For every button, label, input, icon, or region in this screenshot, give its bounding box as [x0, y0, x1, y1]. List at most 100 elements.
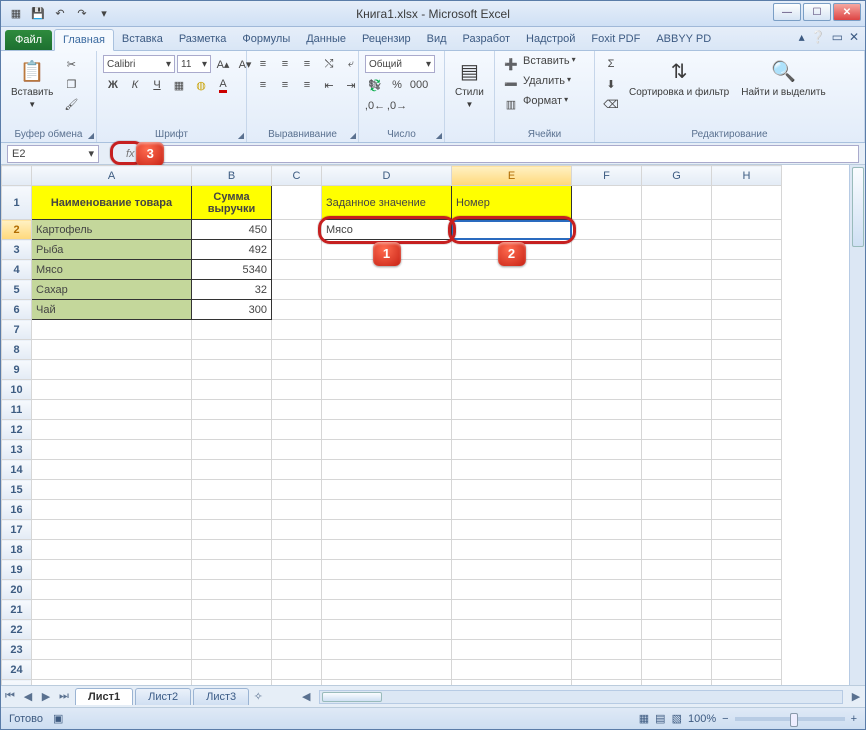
cell-F24[interactable]: [572, 660, 642, 680]
row-header-19[interactable]: 19: [2, 560, 32, 580]
font-size-select[interactable]: 11▾: [177, 55, 211, 73]
cell-E10[interactable]: [452, 380, 572, 400]
cell-C15[interactable]: [272, 480, 322, 500]
cell-H9[interactable]: [712, 360, 782, 380]
cell-E15[interactable]: [452, 480, 572, 500]
cell-F5[interactable]: [572, 280, 642, 300]
cell-H13[interactable]: [712, 440, 782, 460]
cell-G23[interactable]: [642, 640, 712, 660]
indent-inc-button[interactable]: ⇥: [341, 76, 361, 94]
cell-H6[interactable]: [712, 300, 782, 320]
paste-button[interactable]: 📋 Вставить ▼: [7, 55, 57, 111]
cell-D7[interactable]: [322, 320, 452, 340]
cell-F20[interactable]: [572, 580, 642, 600]
cell-D14[interactable]: [322, 460, 452, 480]
cell-B1[interactable]: Сумма выручки: [192, 186, 272, 220]
cell-F3[interactable]: [572, 240, 642, 260]
find-select-button[interactable]: 🔍 Найти и выделить: [737, 55, 829, 100]
cell-H11[interactable]: [712, 400, 782, 420]
cell-B18[interactable]: [192, 540, 272, 560]
inc-decimals-button[interactable]: ,0←: [365, 97, 385, 115]
cell-H25[interactable]: [712, 680, 782, 686]
select-all-corner[interactable]: [2, 166, 32, 186]
cell-F12[interactable]: [572, 420, 642, 440]
tab-вид[interactable]: Вид: [419, 29, 455, 50]
hscroll-left-button[interactable]: ◀: [297, 688, 315, 706]
cell-G10[interactable]: [642, 380, 712, 400]
clear-button[interactable]: ⌫: [601, 95, 621, 113]
cell-A18[interactable]: [32, 540, 192, 560]
styles-button[interactable]: ▤ Стили ▼: [451, 55, 488, 111]
cell-A23[interactable]: [32, 640, 192, 660]
grow-font-button[interactable]: A▴: [213, 55, 233, 73]
cell-D6[interactable]: [322, 300, 452, 320]
cell-D16[interactable]: [322, 500, 452, 520]
bold-button[interactable]: Ж: [103, 76, 123, 94]
cell-B24[interactable]: [192, 660, 272, 680]
cell-H16[interactable]: [712, 500, 782, 520]
cell-A9[interactable]: [32, 360, 192, 380]
cell-G22[interactable]: [642, 620, 712, 640]
cell-D1[interactable]: Заданное значение: [322, 186, 452, 220]
cell-F25[interactable]: [572, 680, 642, 686]
ribbon-close-icon[interactable]: ✕: [849, 30, 859, 44]
cell-H2[interactable]: [712, 220, 782, 240]
cell-F4[interactable]: [572, 260, 642, 280]
cell-B19[interactable]: [192, 560, 272, 580]
minimize-button[interactable]: —: [773, 3, 801, 21]
sheet-nav-first-button[interactable]: ⏮: [1, 688, 19, 706]
new-sheet-button[interactable]: ✧: [249, 688, 267, 706]
cell-G17[interactable]: [642, 520, 712, 540]
cell-D2[interactable]: Мясо: [322, 220, 452, 240]
fill-color-button[interactable]: ◍: [191, 76, 211, 94]
cell-A11[interactable]: [32, 400, 192, 420]
cell-E12[interactable]: [452, 420, 572, 440]
column-header-E[interactable]: E: [452, 166, 572, 186]
cell-F9[interactable]: [572, 360, 642, 380]
cell-D11[interactable]: [322, 400, 452, 420]
cell-F1[interactable]: [572, 186, 642, 220]
cell-B11[interactable]: [192, 400, 272, 420]
window-options-icon[interactable]: ▭: [832, 30, 843, 44]
align-left-button[interactable]: ≡: [253, 76, 273, 94]
cell-G21[interactable]: [642, 600, 712, 620]
sort-filter-button[interactable]: ⇅ Сортировка и фильтр: [625, 55, 733, 100]
cell-C16[interactable]: [272, 500, 322, 520]
cell-C19[interactable]: [272, 560, 322, 580]
cell-A4[interactable]: Мясо: [32, 260, 192, 280]
cell-C17[interactable]: [272, 520, 322, 540]
cell-B23[interactable]: [192, 640, 272, 660]
cell-C22[interactable]: [272, 620, 322, 640]
cell-C20[interactable]: [272, 580, 322, 600]
tab-надстрой[interactable]: Надстрой: [518, 29, 583, 50]
cell-G3[interactable]: [642, 240, 712, 260]
cell-D25[interactable]: [322, 680, 452, 686]
cell-A21[interactable]: [32, 600, 192, 620]
cell-F13[interactable]: [572, 440, 642, 460]
cell-F6[interactable]: [572, 300, 642, 320]
cell-G13[interactable]: [642, 440, 712, 460]
cell-B8[interactable]: [192, 340, 272, 360]
row-header-24[interactable]: 24: [2, 660, 32, 680]
percent-button[interactable]: %: [387, 76, 407, 94]
cell-A16[interactable]: [32, 500, 192, 520]
cell-G15[interactable]: [642, 480, 712, 500]
cell-C12[interactable]: [272, 420, 322, 440]
cell-H3[interactable]: [712, 240, 782, 260]
cell-B21[interactable]: [192, 600, 272, 620]
cell-E23[interactable]: [452, 640, 572, 660]
cell-E19[interactable]: [452, 560, 572, 580]
cell-C1[interactable]: [272, 186, 322, 220]
cell-D18[interactable]: [322, 540, 452, 560]
cell-D24[interactable]: [322, 660, 452, 680]
cell-D13[interactable]: [322, 440, 452, 460]
cell-E1[interactable]: Номер: [452, 186, 572, 220]
tab-разработ[interactable]: Разработ: [455, 29, 518, 50]
font-name-select[interactable]: Calibri▾: [103, 55, 175, 73]
cell-B15[interactable]: [192, 480, 272, 500]
cell-A3[interactable]: Рыба: [32, 240, 192, 260]
cell-C8[interactable]: [272, 340, 322, 360]
comma-button[interactable]: 000: [409, 76, 429, 94]
cell-H23[interactable]: [712, 640, 782, 660]
maximize-button[interactable]: ☐: [803, 3, 831, 21]
